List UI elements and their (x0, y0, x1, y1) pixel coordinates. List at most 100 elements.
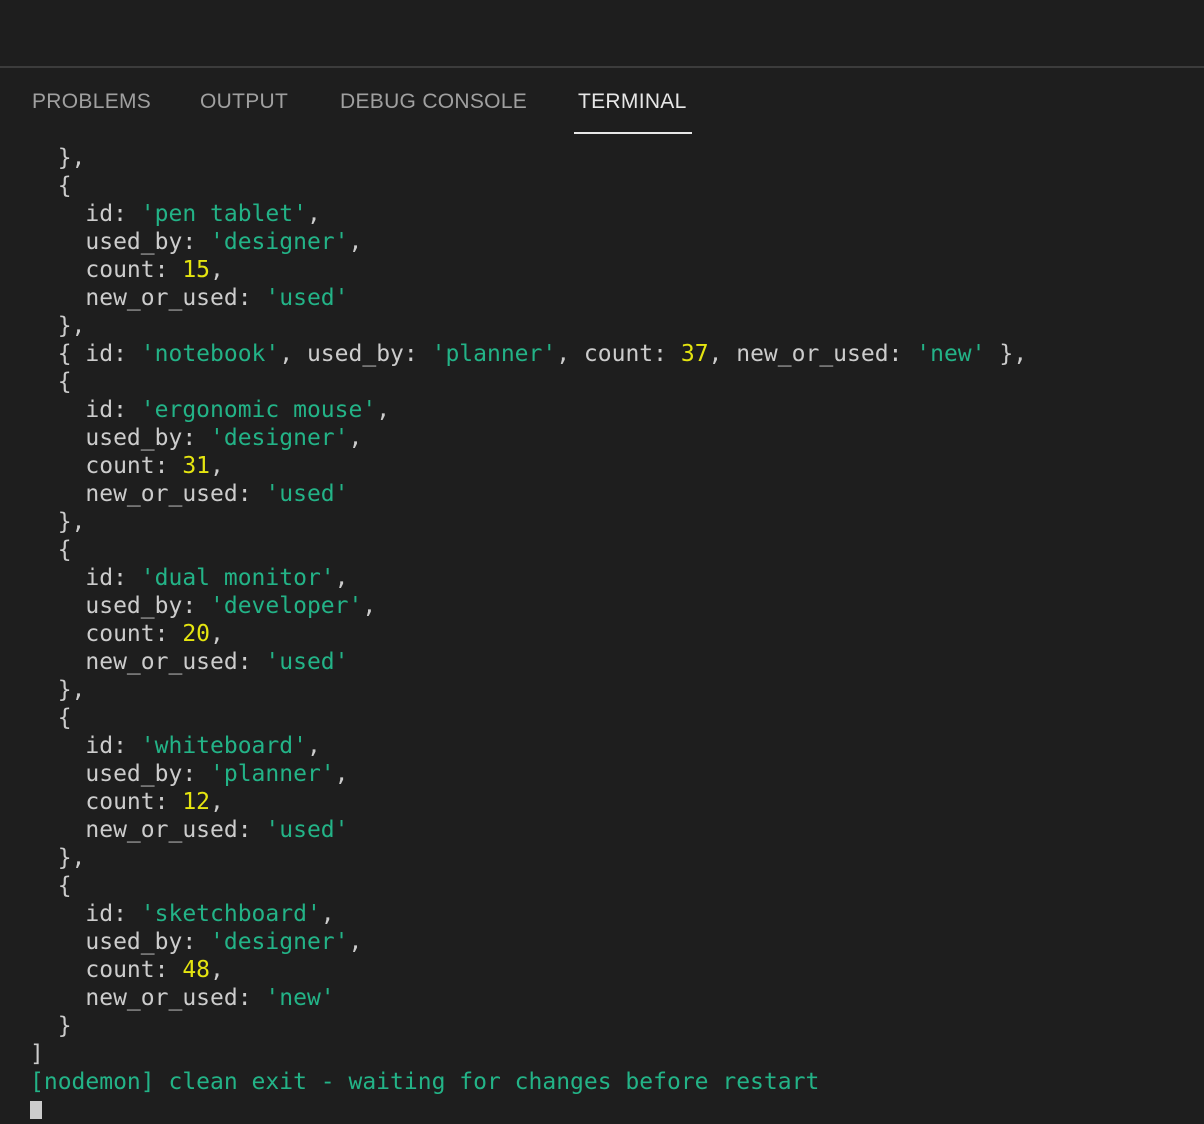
text-token: , (376, 397, 391, 423)
text-token: , (348, 929, 363, 955)
text-token: , (348, 229, 363, 255)
text-token: } (30, 1013, 72, 1039)
string-token: 'used' (265, 285, 349, 311)
text-token: new_or_used: (30, 985, 266, 1011)
terminal-line: new_or_used: 'used' (30, 816, 1190, 844)
terminal-line: new_or_used: 'used' (30, 480, 1190, 508)
string-token: 'new' (265, 985, 335, 1011)
text-token: new_or_used: (30, 649, 266, 675)
string-token: 'designer' (210, 929, 349, 955)
text-token: new_or_used: (30, 481, 266, 507)
text-token: used_by: (30, 761, 211, 787)
text-token: , (334, 565, 349, 591)
bottom-panel: PROBLEMS OUTPUT DEBUG CONSOLE TERMINAL }… (0, 68, 1204, 1119)
text-token: , (362, 593, 377, 619)
tab-debug-console[interactable]: DEBUG CONSOLE (340, 90, 527, 114)
text-token: ] (30, 1041, 44, 1067)
terminal-line: used_by: 'planner', (30, 760, 1190, 788)
terminal-line: id: 'ergonomic mouse', (30, 396, 1190, 424)
editor-area-top (0, 0, 1204, 68)
terminal-line: { id: 'notebook', used_by: 'planner', co… (30, 340, 1190, 368)
text-token: count: (30, 957, 183, 983)
text-token: count: (30, 257, 183, 283)
text-token: used_by: (30, 929, 211, 955)
tab-terminal[interactable]: TERMINAL (578, 90, 687, 114)
terminal-line: used_by: 'designer', (30, 928, 1190, 956)
text-token: id: (30, 733, 141, 759)
string-token: 'planner' (431, 341, 557, 367)
string-token: 'whiteboard' (140, 733, 307, 759)
text-token: count: (30, 621, 183, 647)
text-token: count: (30, 453, 183, 479)
string-token: 'ergonomic mouse' (140, 397, 377, 423)
terminal-cursor (30, 1101, 42, 1119)
string-token: 'designer' (210, 229, 349, 255)
terminal-line: }, (30, 144, 1190, 172)
text-token: id: (30, 565, 141, 591)
string-token: 'new' (916, 341, 986, 367)
terminal-line: new_or_used: 'new' (30, 984, 1190, 1012)
prompt-line[interactable] (30, 1096, 1190, 1124)
text-token: , (210, 621, 224, 647)
string-token: 'pen tablet' (140, 201, 307, 227)
text-token: , (210, 789, 224, 815)
text-token: used_by: (30, 593, 211, 619)
string-token: 'sketchboard' (140, 901, 321, 927)
text-token: id: (30, 901, 141, 927)
nodemon-status-line: [nodemon] clean exit - waiting for chang… (30, 1069, 820, 1095)
number-token: 12 (182, 789, 211, 815)
string-token: 'used' (265, 649, 349, 675)
text-token: }, (30, 145, 86, 171)
text-token: , (306, 733, 321, 759)
terminal-line: count: 20, (30, 620, 1190, 648)
active-tab-indicator (574, 132, 692, 134)
text-token: }, (30, 313, 86, 339)
text-token: { (30, 873, 72, 899)
terminal-line: { (30, 704, 1190, 732)
terminal-line: { (30, 536, 1190, 564)
text-token: { (30, 537, 72, 563)
string-token: 'developer' (210, 593, 363, 619)
panel-tabs: PROBLEMS OUTPUT DEBUG CONSOLE TERMINAL (0, 68, 1204, 136)
terminal-line: used_by: 'developer', (30, 592, 1190, 620)
text-token: , count: (556, 341, 681, 367)
terminal-line: } (30, 1012, 1190, 1040)
text-token: id: (30, 397, 141, 423)
terminal-line: }, (30, 676, 1190, 704)
terminal-output[interactable]: }, { id: 'pen tablet', used_by: 'designe… (30, 144, 1190, 1124)
text-token: , (210, 453, 224, 479)
tab-output[interactable]: OUTPUT (200, 90, 288, 114)
number-token: 15 (182, 257, 211, 283)
text-token: new_or_used: (30, 285, 266, 311)
string-token: 'used' (265, 817, 349, 843)
number-token: 37 (680, 341, 709, 367)
terminal-line: count: 31, (30, 452, 1190, 480)
text-token: , (210, 957, 224, 983)
terminal-line: id: 'sketchboard', (30, 900, 1190, 928)
text-token: , (334, 761, 349, 787)
string-token: 'designer' (210, 425, 349, 451)
terminal-line: { (30, 368, 1190, 396)
text-token: }, (30, 677, 86, 703)
terminal-line: { (30, 872, 1190, 900)
string-token: 'used' (265, 481, 349, 507)
terminal-line: used_by: 'designer', (30, 228, 1190, 256)
string-token: 'notebook' (140, 341, 280, 367)
text-token: , (210, 257, 224, 283)
terminal-line: }, (30, 312, 1190, 340)
string-token: 'dual monitor' (140, 565, 335, 591)
terminal-line: count: 48, (30, 956, 1190, 984)
text-token: }, (30, 509, 86, 535)
text-token: id: (30, 201, 141, 227)
terminal-line: new_or_used: 'used' (30, 648, 1190, 676)
text-token: , (306, 201, 321, 227)
terminal-line: id: 'pen tablet', (30, 200, 1190, 228)
terminal-line: count: 12, (30, 788, 1190, 816)
terminal-line: id: 'dual monitor', (30, 564, 1190, 592)
terminal-line: used_by: 'designer', (30, 424, 1190, 452)
text-token: { (30, 705, 72, 731)
terminal-line: }, (30, 844, 1190, 872)
string-token: 'planner' (210, 761, 335, 787)
tab-problems[interactable]: PROBLEMS (32, 90, 151, 114)
text-token: , (348, 425, 363, 451)
